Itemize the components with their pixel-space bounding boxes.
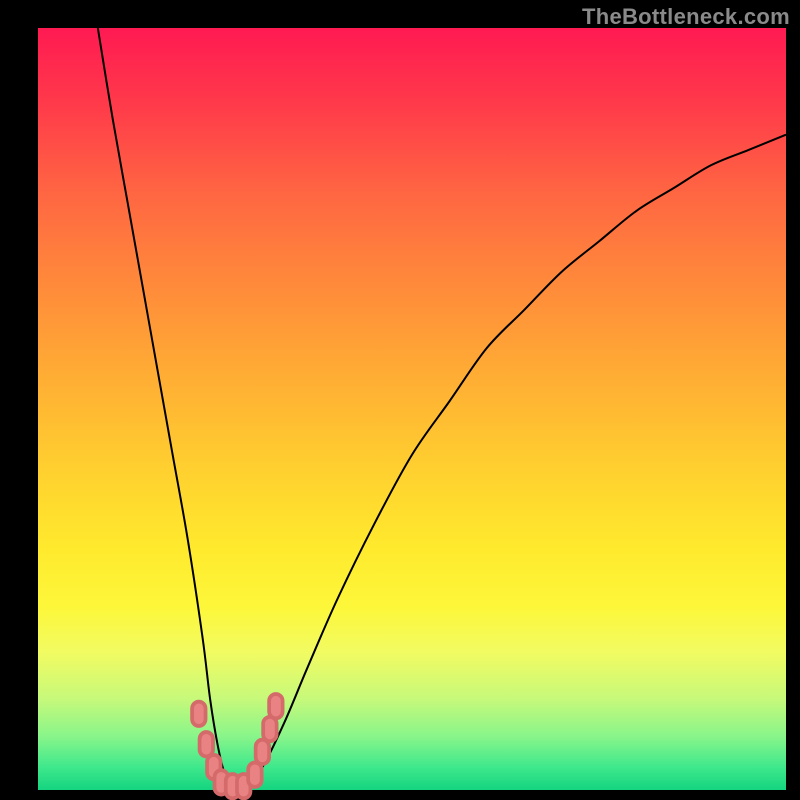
- curve-marker: [200, 732, 213, 756]
- curve-marker: [248, 763, 261, 787]
- curve-markers: [192, 694, 283, 798]
- bottleneck-curve-line: [98, 28, 786, 787]
- curve-marker: [263, 717, 276, 741]
- curve-marker: [192, 702, 205, 726]
- curve-marker: [269, 694, 282, 718]
- watermark-text: TheBottleneck.com: [582, 4, 790, 30]
- curve-marker: [256, 740, 269, 764]
- chart-frame: TheBottleneck.com: [0, 0, 800, 800]
- bottleneck-curve-svg: [38, 28, 786, 790]
